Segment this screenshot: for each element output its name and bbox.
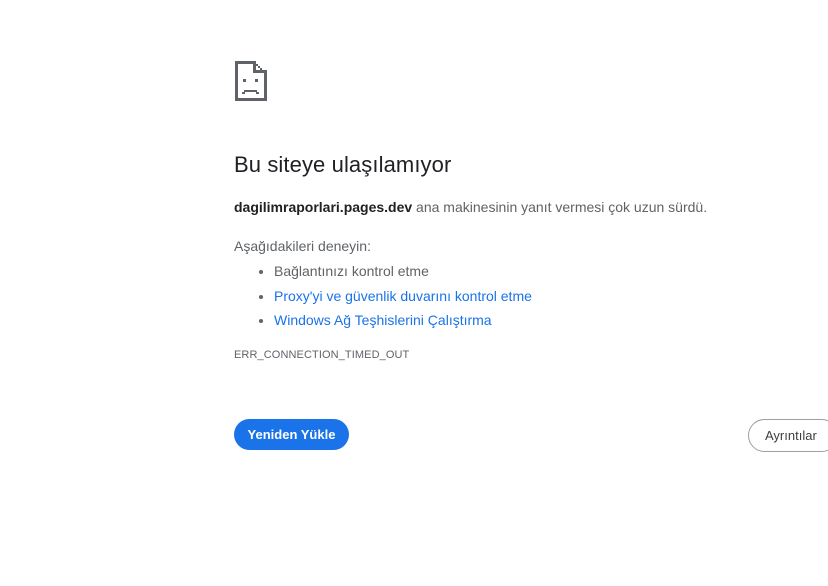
suggestion-check-proxy-firewall[interactable]: Proxy'yi ve güvenlik duvarını kontrol et… xyxy=(274,284,532,309)
summary-message: ana makinesinin yanıt vermesi çok uzun s… xyxy=(412,199,708,215)
suggestion-link[interactable]: Windows Ağ Teşhislerini Çalıştırma xyxy=(274,312,492,328)
error-summary: dagilimraporlari.pages.dev ana makinesin… xyxy=(234,197,707,217)
details-button[interactable]: Ayrıntılar xyxy=(748,419,828,452)
page-title: Bu siteye ulaşılamıyor xyxy=(234,152,452,177)
reload-button[interactable]: Yeniden Yükle xyxy=(234,419,349,450)
suggestions-list: Bağlantınızı kontrol etme Proxy'yi ve gü… xyxy=(234,259,532,333)
suggestions-heading: Aşağıdakileri deneyin: xyxy=(234,238,371,254)
error-page: Bu siteye ulaşılamıyor dagilimraporlari.… xyxy=(0,0,828,586)
suggestion-label: Bağlantınızı kontrol etme xyxy=(274,263,429,279)
error-code: ERR_CONNECTION_TIMED_OUT xyxy=(234,349,410,361)
suggestion-link[interactable]: Proxy'yi ve güvenlik duvarını kontrol et… xyxy=(274,288,532,304)
suggestion-check-connection: Bağlantınızı kontrol etme xyxy=(274,259,532,284)
suggestion-run-network-diagnostics[interactable]: Windows Ağ Teşhislerini Çalıştırma xyxy=(274,308,532,333)
sad-page-icon xyxy=(233,59,269,103)
host-name: dagilimraporlari.pages.dev xyxy=(234,199,413,215)
